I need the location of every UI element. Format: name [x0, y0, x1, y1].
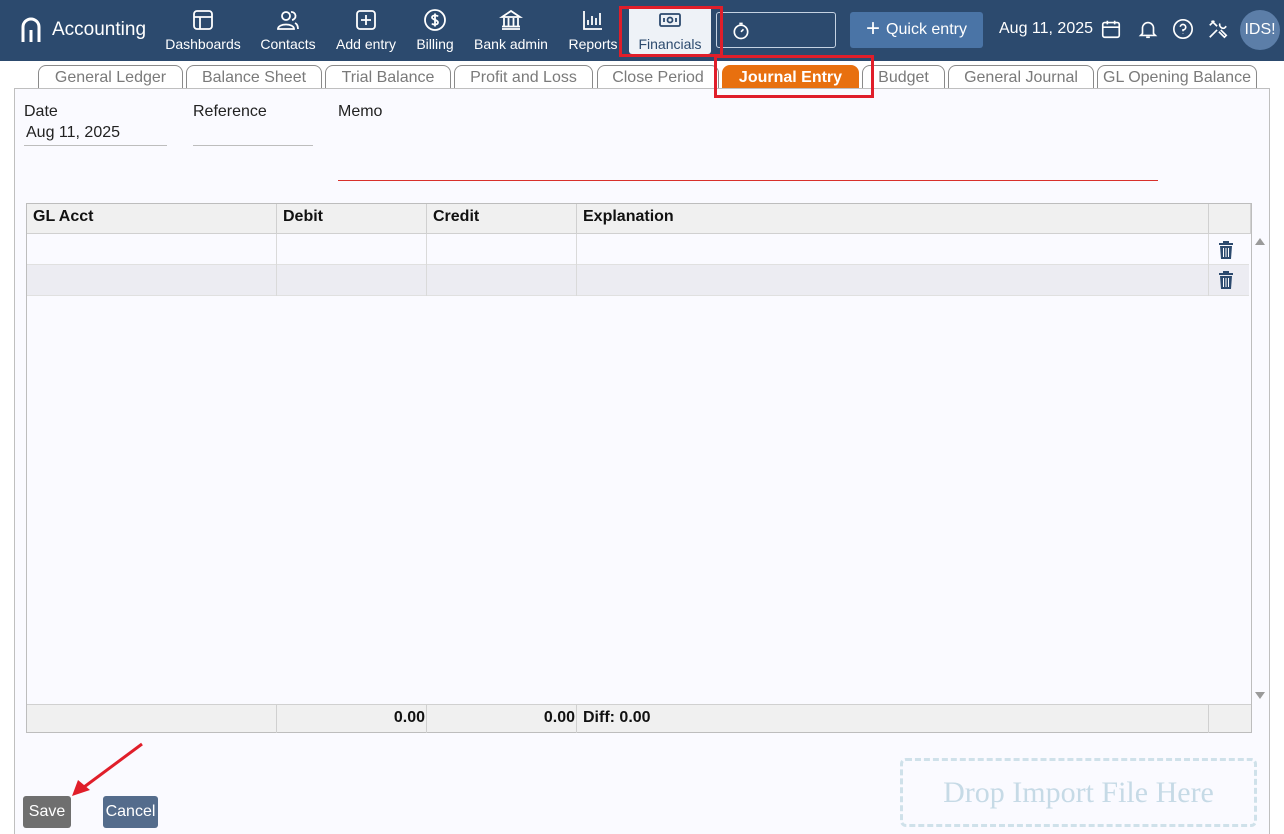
quick-entry-label: Quick entry: [886, 21, 967, 38]
explanation-cell[interactable]: [577, 265, 1209, 296]
scroll-down-arrow-icon[interactable]: [1255, 692, 1265, 699]
bell-icon[interactable]: [1137, 18, 1159, 40]
help-icon[interactable]: [1172, 18, 1194, 40]
app-name: Accounting: [52, 19, 147, 40]
tab-general-ledger[interactable]: General Ledger: [38, 65, 183, 89]
tools-icon[interactable]: [1207, 18, 1229, 40]
nav-label: Add entry: [336, 36, 396, 52]
nav-dashboards[interactable]: Dashboards: [165, 6, 241, 54]
credit-total: 0.00: [427, 705, 577, 733]
tab-profit-and-loss[interactable]: Profit and Loss: [454, 65, 593, 89]
app-logo-icon: [21, 17, 41, 42]
journal-entry-highlight-box: [714, 55, 874, 98]
trash-icon[interactable]: [1216, 240, 1236, 260]
date-field[interactable]: Aug 11, 2025: [24, 122, 167, 146]
debit-cell[interactable]: [277, 234, 427, 265]
nav-add-entry[interactable]: Add entry: [335, 6, 397, 54]
stopwatch-icon: [733, 22, 749, 40]
gl-acct-cell[interactable]: [27, 265, 277, 296]
gl-acct-cell[interactable]: [27, 234, 277, 265]
tab-gl-opening-balance[interactable]: GL Opening Balance: [1097, 65, 1257, 89]
brand[interactable]: Accounting: [20, 14, 146, 46]
date-label: Date: [24, 103, 58, 120]
difference-total: Diff: 0.00: [577, 705, 1209, 733]
reference-label: Reference: [193, 103, 267, 120]
grid-header: GL Acct Debit Credit Explanation: [27, 204, 1251, 234]
tab-balance-sheet[interactable]: Balance Sheet: [186, 65, 322, 89]
tab-trial-balance[interactable]: Trial Balance: [325, 65, 451, 89]
bar-chart-icon: [583, 11, 602, 30]
column-header-debit[interactable]: Debit: [277, 204, 427, 234]
contacts-icon: [277, 11, 299, 30]
journal-lines-grid: GL Acct Debit Credit Explanation 0.00 0.…: [26, 203, 1265, 733]
nav-label: Bank admin: [474, 36, 548, 52]
trash-icon[interactable]: [1216, 270, 1236, 290]
nav-label: Reports: [568, 36, 618, 52]
column-header-actions: [1209, 204, 1251, 234]
import-drop-zone[interactable]: Drop Import File Here: [900, 758, 1257, 827]
nav-billing[interactable]: Billing: [414, 6, 456, 54]
financials-tabs: General Ledger Balance Sheet Trial Balan…: [0, 61, 1284, 89]
user-avatar[interactable]: IDS!: [1240, 10, 1280, 50]
nav-bank-admin[interactable]: Bank admin: [473, 6, 549, 54]
totals-label-cell: [27, 705, 277, 733]
calendar-icon[interactable]: [1100, 18, 1122, 40]
quick-entry-button[interactable]: + Quick entry: [850, 12, 983, 48]
column-header-gl-acct[interactable]: GL Acct: [27, 204, 277, 234]
cancel-button[interactable]: Cancel: [103, 796, 158, 828]
nav-reports[interactable]: Reports: [567, 6, 619, 54]
table-row: [27, 265, 1249, 296]
debit-cell[interactable]: [277, 265, 427, 296]
bank-icon: [499, 9, 523, 30]
nav-contacts[interactable]: Contacts: [258, 6, 318, 54]
tab-general-journal[interactable]: General Journal: [948, 65, 1094, 89]
nav-label: Billing: [416, 36, 454, 52]
add-entry-icon: [356, 10, 376, 30]
nav-label: Contacts: [260, 36, 316, 52]
memo-textarea[interactable]: [338, 125, 1158, 181]
column-header-explanation[interactable]: Explanation: [577, 204, 1209, 234]
save-pointer-arrow-icon: [72, 742, 143, 796]
reference-field[interactable]: [193, 122, 313, 146]
financials-highlight-box: [619, 6, 723, 57]
timer-button[interactable]: [716, 12, 836, 48]
plus-icon: +: [866, 15, 881, 42]
tab-close-period[interactable]: Close Period: [597, 65, 719, 89]
debit-total: 0.00: [277, 705, 427, 733]
scroll-up-arrow-icon[interactable]: [1255, 238, 1265, 245]
memo-label: Memo: [338, 103, 383, 120]
table-row: [27, 234, 1249, 265]
dollar-icon: [424, 9, 446, 31]
grid-totals-row: 0.00 0.00 Diff: 0.00: [27, 704, 1251, 733]
tab-budget[interactable]: Budget: [862, 65, 945, 89]
nav-label: Dashboards: [165, 36, 241, 52]
credit-cell[interactable]: [427, 234, 577, 265]
explanation-cell[interactable]: [577, 234, 1209, 265]
current-date: Aug 11, 2025: [999, 20, 1094, 37]
save-button[interactable]: Save: [23, 796, 71, 828]
column-header-credit[interactable]: Credit: [427, 204, 577, 234]
dashboard-icon: [193, 10, 213, 30]
credit-cell[interactable]: [427, 265, 577, 296]
journal-entry-panel: Date Aug 11, 2025 Reference Memo GL Acct…: [14, 88, 1270, 834]
